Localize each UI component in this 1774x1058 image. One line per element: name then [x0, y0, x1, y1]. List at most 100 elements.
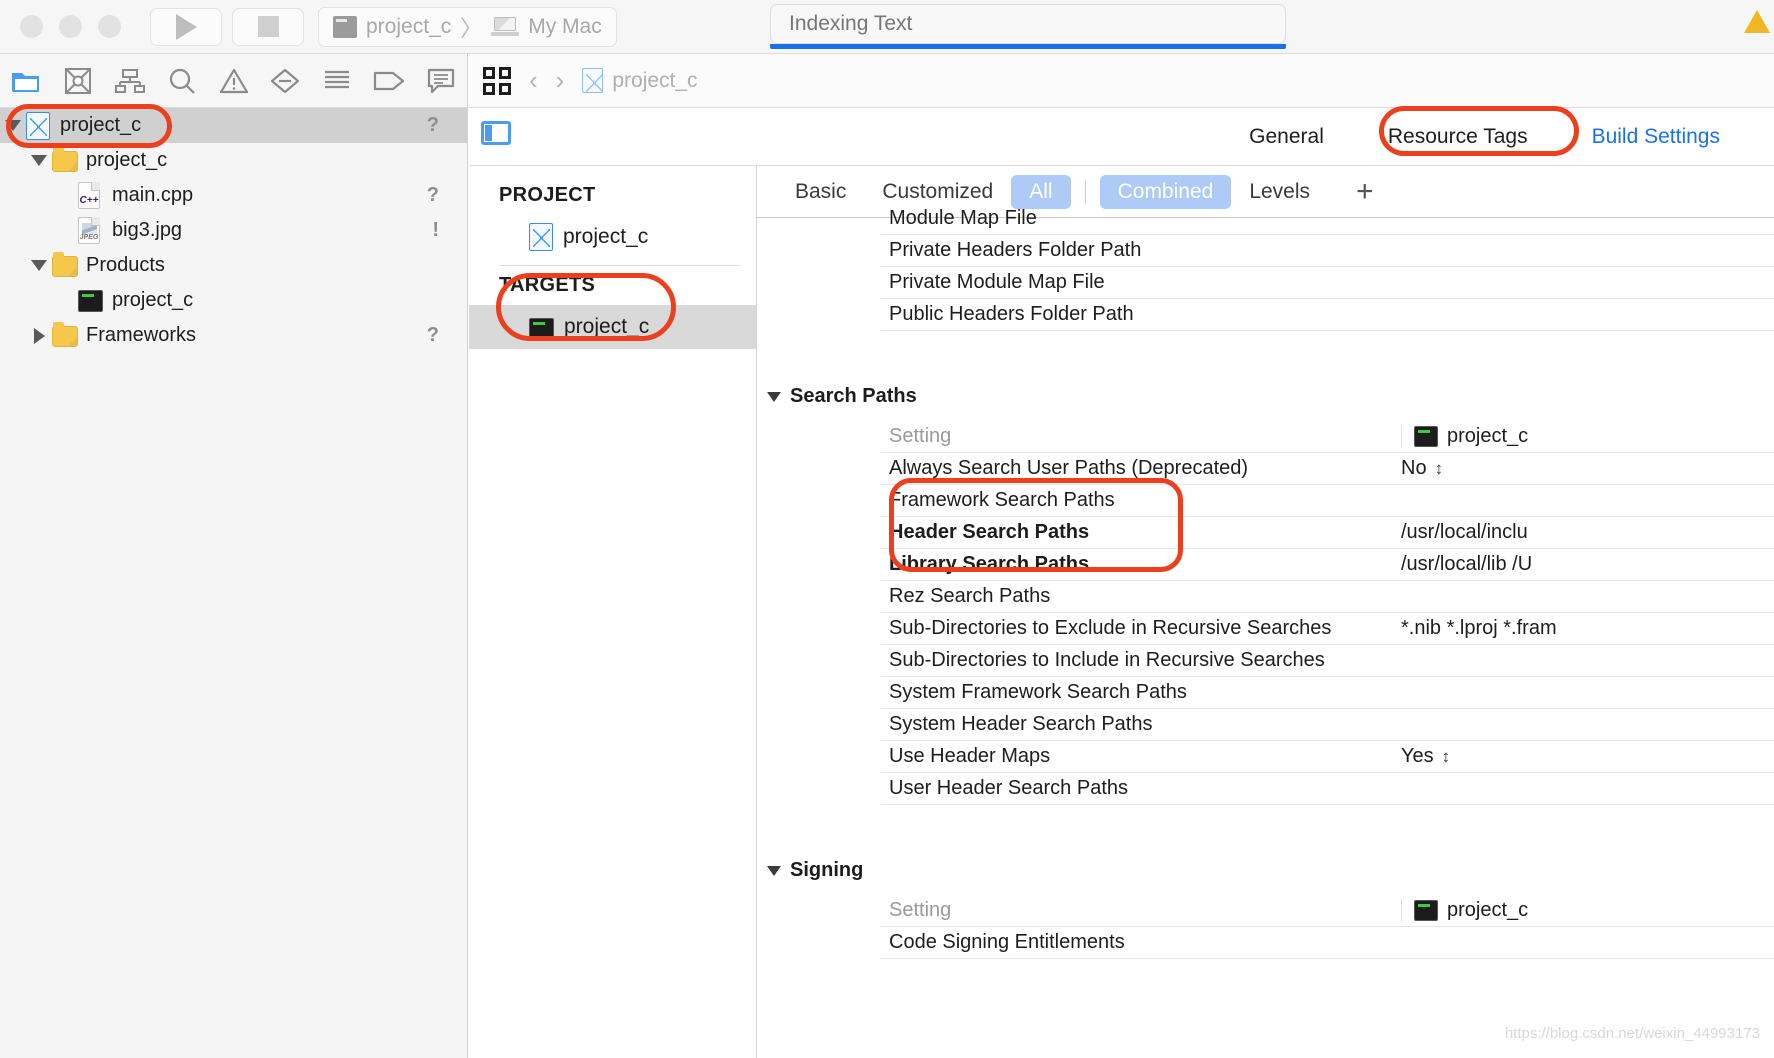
toggle-project-list-icon[interactable]: [481, 121, 511, 145]
disclosure-triangle-icon[interactable]: [26, 327, 52, 344]
nav-row-group-frameworks[interactable]: Frameworks ?: [0, 318, 467, 353]
executable-icon: [78, 287, 104, 315]
disclosure-triangle-icon[interactable]: [767, 391, 781, 402]
setting-row-always-search-user-paths[interactable]: Always Search User Paths (Deprecated) No…: [881, 453, 1774, 485]
build-settings-group-rows: Setting project_c Always Search User Pat…: [881, 420, 1774, 805]
setting-row[interactable]: Private Headers Folder Path: [881, 235, 1774, 267]
setting-value[interactable]: /usr/local/inclu: [1401, 521, 1774, 544]
setting-name: Public Headers Folder Path: [889, 303, 1134, 325]
related-items-icon[interactable]: [483, 66, 511, 95]
group-title: Signing: [790, 859, 864, 881]
targets-section-header: TARGETS: [499, 274, 596, 296]
diamond-minus-icon: [271, 68, 300, 93]
setting-name: Private Module Map File: [889, 271, 1105, 293]
close-window-button[interactable]: [20, 15, 43, 38]
status-text: Indexing Text: [789, 12, 913, 35]
setting-name: System Header Search Paths: [889, 713, 1153, 735]
navigator-tab-bar: [0, 54, 467, 108]
navigator-tab-source-control-navigator[interactable]: [52, 54, 104, 107]
folder-icon: [52, 251, 78, 280]
setting-value[interactable]: Yes ↕: [1401, 745, 1774, 768]
setting-row-use-header-maps[interactable]: Use Header Maps Yes ↕: [881, 741, 1774, 773]
navigator-tab-symbol-navigator[interactable]: [104, 54, 156, 107]
setting-row[interactable]: Module Map File: [881, 203, 1774, 235]
go-forward-icon[interactable]: ›: [556, 65, 565, 96]
setting-name: Library Search Paths: [889, 553, 1090, 575]
setting-name: System Framework Search Paths: [889, 681, 1187, 703]
target-item-project_c[interactable]: project_c: [469, 305, 756, 349]
group-header-signing[interactable]: Signing: [757, 845, 1774, 894]
navigator-tab-report-navigator[interactable]: [415, 54, 467, 107]
nav-row-group-products[interactable]: Products: [0, 248, 467, 283]
project-item-project_c[interactable]: project_c: [469, 215, 756, 259]
nav-row-file-big3-jpg[interactable]: JPEG big3.jpg !: [0, 213, 467, 248]
setting-row-header-search-paths[interactable]: Header Search Paths /usr/local/inclu: [881, 517, 1774, 549]
disclosure-triangle-icon[interactable]: [0, 120, 26, 131]
nav-row-product-project_c[interactable]: project_c: [0, 283, 467, 318]
stop-button[interactable]: [232, 7, 304, 46]
tab-build-settings[interactable]: Build Settings: [1560, 125, 1752, 149]
setting-row-rez-search-paths[interactable]: Rez Search Paths: [881, 581, 1774, 613]
navigator-tab-project-navigator[interactable]: [0, 54, 52, 107]
disclosure-triangle-icon[interactable]: [767, 865, 781, 876]
run-button[interactable]: [150, 7, 222, 46]
tab-resource-tags[interactable]: Resource Tags: [1356, 125, 1560, 149]
navigator-tab-debug-navigator[interactable]: [311, 54, 363, 107]
setting-row-system-header-search-paths[interactable]: System Header Search Paths: [881, 709, 1774, 741]
column-header-setting: Setting: [889, 899, 952, 921]
build-settings-group-rows: Setting project_c Code Signing Entitleme…: [881, 894, 1774, 959]
nav-row-label: project_c: [60, 114, 142, 136]
nav-row-xcodeproj[interactable]: project_c ?: [0, 108, 467, 143]
build-settings-scroll-area[interactable]: Module Map File Private Headers Folder P…: [757, 207, 1774, 1058]
setting-row-sub-directories-include[interactable]: Sub-Directories to Include in Recursive …: [881, 645, 1774, 677]
column-header-row: Setting project_c: [881, 421, 1774, 453]
setting-row-sub-directories-exclude[interactable]: Sub-Directories to Exclude in Recursive …: [881, 613, 1774, 645]
navigator-tab-issue-navigator[interactable]: [208, 54, 260, 107]
minimize-window-button[interactable]: [59, 15, 82, 38]
build-settings-group-rows: Module Map File Private Headers Folder P…: [881, 202, 1774, 331]
nav-row-label: Frameworks: [86, 324, 197, 346]
xcode-window: project_c 〉 My Mac Indexing Text project…: [0, 0, 1774, 1058]
tab-general[interactable]: General: [1217, 125, 1356, 149]
setting-row-library-search-paths[interactable]: Library Search Paths /usr/local/lib /U: [881, 549, 1774, 581]
group-header-search-paths[interactable]: Search Paths: [757, 371, 1774, 420]
setting-row[interactable]: Private Module Map File: [881, 267, 1774, 299]
chevron-right-icon: 〉: [460, 15, 483, 41]
disclosure-triangle-icon[interactable]: [26, 260, 52, 271]
setting-row[interactable]: Public Headers Folder Path: [881, 299, 1774, 331]
setting-row-system-framework-search-paths[interactable]: System Framework Search Paths: [881, 677, 1774, 709]
setting-value[interactable]: No ↕: [1401, 457, 1774, 480]
scheme-selector[interactable]: project_c 〉 My Mac: [318, 6, 617, 47]
status-marker: !: [432, 219, 439, 241]
navigator-tab-breakpoint-navigator[interactable]: [363, 54, 415, 107]
navigator-tab-find-navigator[interactable]: [156, 54, 208, 107]
disclosure-triangle-icon[interactable]: [26, 155, 52, 166]
folder-icon: [52, 146, 78, 175]
nav-row-group-project_c[interactable]: project_c: [0, 143, 467, 178]
play-icon: [175, 13, 197, 40]
scheme-name: project_c: [366, 14, 452, 38]
setting-row-code-signing-entitlements[interactable]: Code Signing Entitlements: [881, 927, 1774, 959]
filter-basic[interactable]: Basic: [777, 175, 864, 209]
jump-bar-label: project_c: [612, 68, 698, 92]
nav-row-label: main.cpp: [112, 184, 194, 206]
column-header-target-label: project_c: [1447, 899, 1529, 921]
window-toolbar: project_c 〉 My Mac Indexing Text: [0, 0, 1774, 54]
warning-triangle-icon[interactable]: [1744, 10, 1770, 33]
jump-bar-path[interactable]: project_c: [582, 68, 698, 93]
editor-pane: ‹ › project_c General Resource Tags Buil…: [469, 54, 1774, 1058]
stepper-icon[interactable]: ↕: [1435, 460, 1444, 477]
setting-row-framework-search-paths[interactable]: Framework Search Paths: [881, 485, 1774, 517]
zoom-window-button[interactable]: [98, 15, 121, 38]
setting-value[interactable]: *.nib *.lproj *.fram: [1401, 617, 1774, 640]
nav-row-label: project_c: [112, 289, 194, 311]
navigator-tab-test-navigator[interactable]: [259, 54, 311, 107]
setting-row-user-header-search-paths[interactable]: User Header Search Paths: [881, 773, 1774, 805]
go-back-icon[interactable]: ‹: [529, 65, 538, 96]
stepper-icon[interactable]: ↕: [1442, 748, 1451, 765]
nav-row-file-main-cpp[interactable]: C++ main.cpp ?: [0, 178, 467, 213]
setting-value[interactable]: /usr/local/lib /U: [1401, 553, 1774, 576]
warning-triangle-icon: [219, 68, 248, 93]
